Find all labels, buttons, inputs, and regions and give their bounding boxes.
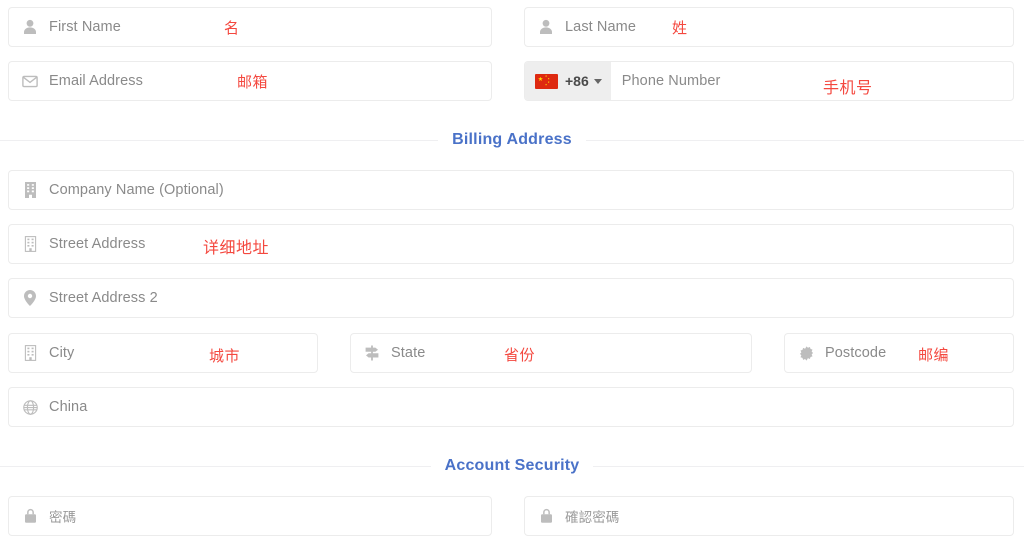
building-icon <box>21 344 39 362</box>
billing-address-section-header: Billing Address <box>0 129 1024 151</box>
account-security-section-header: Account Security <box>0 455 1024 477</box>
last-name-placeholder: Last Name <box>565 19 637 35</box>
state-placeholder: State <box>391 345 426 361</box>
lock-icon <box>21 507 39 525</box>
country-value: China <box>49 399 88 415</box>
phone-placeholder: Phone Number <box>621 73 721 89</box>
building-icon <box>21 235 39 253</box>
password-placeholder: 密碼 <box>49 510 77 525</box>
street-address-placeholder: Street Address <box>49 236 146 252</box>
confirm-password-field[interactable]: 確認密碼 <box>524 496 1014 536</box>
user-icon <box>537 18 555 36</box>
first-name-placeholder: First Name <box>49 19 121 35</box>
dial-code-label: +86 <box>565 73 589 89</box>
annotation-last-name: 姓 <box>672 19 688 37</box>
divider-line-right <box>593 465 1024 467</box>
divider-line-right <box>585 139 1024 141</box>
confirm-password-placeholder: 確認密碼 <box>565 510 620 525</box>
envelope-icon <box>21 72 39 90</box>
user-icon <box>21 18 39 36</box>
annotation-email: 邮箱 <box>237 73 269 91</box>
certificate-icon <box>797 344 815 362</box>
annotation-postcode: 邮编 <box>918 346 950 364</box>
flag-cn-icon <box>535 73 558 89</box>
annotation-city: 城市 <box>209 347 241 365</box>
postcode-placeholder: Postcode <box>825 345 887 361</box>
company-name-placeholder: Company Name (Optional) <box>49 182 224 198</box>
chevron-down-icon <box>593 78 602 84</box>
first-name-field[interactable]: First Name <box>8 7 492 47</box>
city-field[interactable]: City <box>8 333 318 373</box>
map-signs-icon <box>363 344 381 362</box>
phone-field[interactable]: +86 Phone Number <box>524 61 1014 101</box>
phone-number-input[interactable]: Phone Number <box>611 62 1013 100</box>
annotation-phone: 手机号 <box>823 78 873 97</box>
registration-form: First Name Last Name Email Address +86 P… <box>0 0 1024 540</box>
globe-icon <box>21 398 39 416</box>
street-address-field[interactable]: Street Address <box>8 224 1014 264</box>
company-name-field[interactable]: Company Name (Optional) <box>8 170 1014 210</box>
street-address-2-field[interactable]: Street Address 2 <box>8 278 1014 318</box>
building-icon <box>21 181 39 199</box>
lock-icon <box>537 507 555 525</box>
city-placeholder: City <box>49 345 75 361</box>
billing-address-title: Billing Address <box>452 131 572 148</box>
email-placeholder: Email Address <box>49 73 143 89</box>
annotation-state: 省份 <box>504 346 536 364</box>
divider-line-left <box>0 139 439 141</box>
annotation-first-name: 名 <box>224 19 240 37</box>
postcode-field[interactable]: Postcode <box>784 333 1014 373</box>
password-field[interactable]: 密碼 <box>8 496 492 536</box>
street-address-2-placeholder: Street Address 2 <box>49 290 158 306</box>
divider-line-left <box>0 465 431 467</box>
last-name-field[interactable]: Last Name <box>524 7 1014 47</box>
map-marker-icon <box>21 289 39 307</box>
account-security-title: Account Security <box>444 457 580 474</box>
country-dial-code-selector[interactable]: +86 <box>525 62 611 100</box>
annotation-street-address: 详细地址 <box>203 238 270 257</box>
state-field[interactable]: State <box>350 333 752 373</box>
country-field[interactable]: China <box>8 387 1014 427</box>
